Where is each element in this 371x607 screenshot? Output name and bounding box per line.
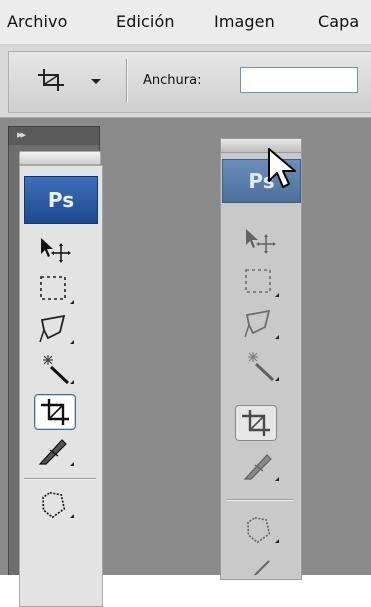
slice-tool-button[interactable] — [34, 434, 74, 468]
move-tool-button[interactable] — [239, 223, 279, 257]
submenu-corner-icon — [275, 539, 279, 543]
brush-tool-button[interactable] — [239, 553, 279, 575]
submenu-corner-icon — [70, 300, 74, 304]
menu-archivo[interactable]: Archivo — [7, 12, 68, 31]
lasso-icon — [244, 309, 271, 338]
magic-wand-tool-button[interactable] — [34, 352, 74, 386]
options-bar: Anchura: — [0, 45, 371, 118]
marquee-icon — [245, 269, 271, 293]
menu-bar: Archivo Edición Imagen Capa — [0, 0, 371, 45]
menu-capa[interactable]: Capa — [318, 12, 359, 31]
slice-icon — [38, 439, 67, 465]
lasso-icon — [39, 314, 66, 343]
mouse-cursor-icon — [268, 148, 296, 188]
submenu-corner-icon — [275, 293, 279, 297]
marquee-tool-button[interactable] — [239, 265, 279, 299]
spot-healing-icon — [42, 491, 66, 519]
move-tool-button[interactable] — [34, 232, 74, 266]
dock-strip: Ps — [8, 145, 103, 607]
ps-logo: Ps — [24, 176, 98, 224]
submenu-corner-icon — [70, 340, 74, 344]
options-divider — [126, 59, 127, 103]
magic-wand-icon — [43, 355, 70, 385]
magic-wand-tool-button[interactable] — [239, 349, 279, 383]
spot-healing-icon — [247, 516, 271, 544]
collapse-arrows-icon[interactable]: ▸▸ — [17, 128, 26, 141]
submenu-corner-icon — [70, 462, 74, 466]
submenu-corner-icon — [275, 377, 279, 381]
width-label: Anchura: — [143, 73, 202, 88]
floating-tools-panel: Ps — [220, 138, 302, 580]
move-icon — [246, 229, 276, 254]
menu-edicion[interactable]: Edición — [116, 12, 175, 31]
width-input[interactable] — [240, 67, 358, 93]
slice-icon — [243, 454, 272, 480]
clone-stamp-tool-button[interactable] — [239, 511, 279, 545]
marquee-tool-button[interactable] — [34, 272, 74, 306]
crop-icon — [38, 69, 64, 91]
submenu-corner-icon — [70, 514, 74, 518]
lasso-tool-button[interactable] — [34, 312, 74, 346]
tools-panel: Ps — [19, 165, 103, 607]
tools-separator — [24, 478, 96, 479]
move-icon — [41, 238, 71, 263]
submenu-corner-icon — [275, 477, 279, 481]
crop-icon — [242, 410, 270, 436]
panel-grip[interactable] — [19, 151, 101, 165]
magic-wand-icon — [248, 352, 275, 382]
brush-icon — [253, 560, 270, 575]
crop-icon — [41, 399, 69, 425]
slice-tool-button[interactable] — [239, 449, 279, 483]
clone-stamp-tool-button[interactable] — [34, 486, 74, 520]
lasso-tool-button[interactable] — [239, 307, 279, 341]
submenu-corner-icon — [275, 335, 279, 339]
chevron-down-icon[interactable] — [91, 79, 101, 84]
crop-preset-button[interactable] — [34, 65, 74, 95]
dock-header[interactable]: ▸▸ — [8, 126, 100, 146]
crop-tool-button[interactable] — [235, 405, 277, 441]
tools-separator — [227, 499, 293, 500]
submenu-corner-icon — [70, 380, 74, 384]
marquee-icon — [40, 276, 66, 300]
menu-imagen[interactable]: Imagen — [214, 12, 275, 31]
crop-tool-button[interactable] — [34, 394, 76, 430]
workspace: ▸▸ Ps Ps — [0, 118, 371, 607]
